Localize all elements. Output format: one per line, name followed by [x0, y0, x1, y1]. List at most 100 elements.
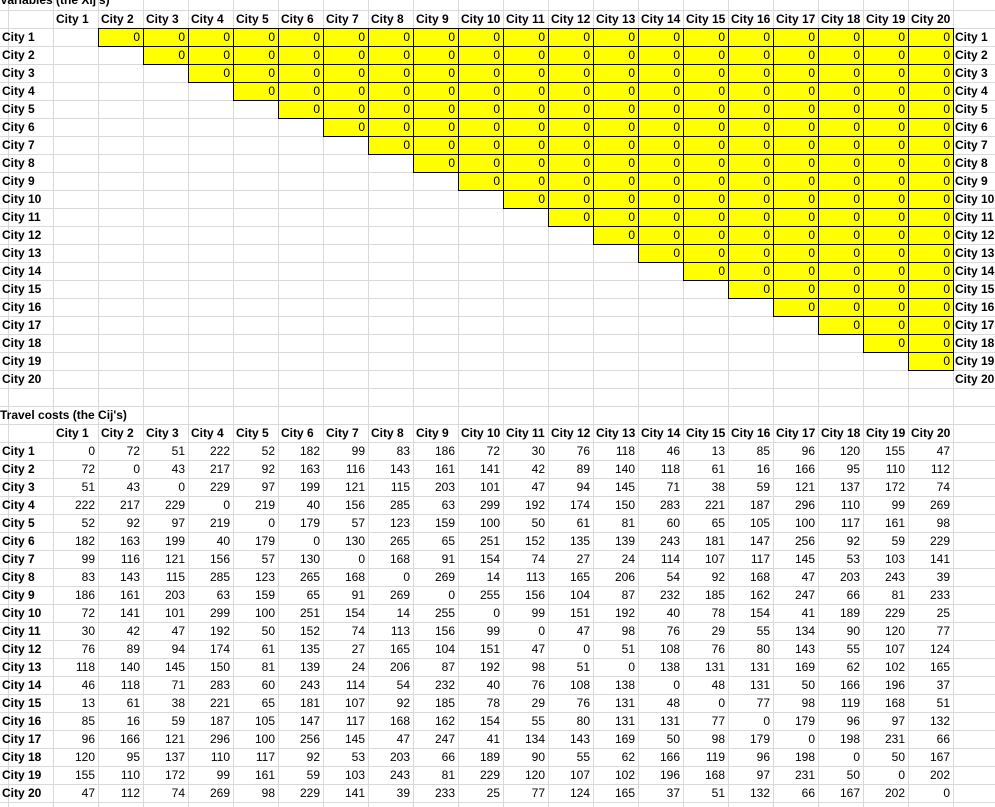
cost-cell[interactable]: 42 — [503, 460, 548, 478]
cost-cell[interactable]: 41 — [458, 730, 503, 748]
variable-cell[interactable]: 0 — [773, 28, 819, 47]
cost-cell[interactable]: 102 — [863, 658, 908, 676]
variable-cell[interactable]: 0 — [773, 100, 819, 119]
variable-cell[interactable]: 0 — [728, 208, 774, 227]
variable-cell[interactable]: 0 — [413, 82, 459, 101]
cost-cell[interactable]: 123 — [233, 568, 278, 586]
cost-cell[interactable]: 296 — [773, 496, 818, 514]
cost-cell[interactable]: 251 — [458, 532, 503, 550]
variable-cell[interactable]: 0 — [773, 208, 819, 227]
variable-cell[interactable]: 0 — [638, 208, 684, 227]
variable-cell[interactable]: 0 — [818, 118, 864, 137]
cost-cell[interactable]: 179 — [773, 712, 818, 730]
cost-cell[interactable]: 265 — [368, 532, 413, 550]
cost-cell[interactable]: 97 — [728, 766, 773, 784]
cost-cell[interactable]: 71 — [638, 478, 683, 496]
variable-cell[interactable]: 0 — [503, 82, 549, 101]
variable-cell[interactable]: 0 — [413, 136, 459, 155]
cost-cell[interactable]: 104 — [413, 640, 458, 658]
cost-cell[interactable]: 130 — [323, 532, 368, 550]
cost-cell[interactable]: 229 — [908, 532, 953, 550]
variable-cell[interactable]: 0 — [728, 100, 774, 119]
cost-cell[interactable]: 25 — [458, 784, 503, 802]
cost-cell[interactable]: 243 — [368, 766, 413, 784]
cost-cell[interactable]: 233 — [908, 586, 953, 604]
variable-cell[interactable]: 0 — [728, 190, 774, 209]
cost-cell[interactable]: 47 — [908, 442, 953, 460]
variable-cell[interactable]: 0 — [323, 28, 369, 47]
cost-cell[interactable]: 76 — [683, 640, 728, 658]
cost-cell[interactable]: 72 — [98, 442, 143, 460]
cost-cell[interactable]: 229 — [143, 496, 188, 514]
cost-cell[interactable]: 118 — [98, 676, 143, 694]
cost-cell[interactable]: 40 — [458, 676, 503, 694]
variable-cell[interactable]: 0 — [233, 64, 279, 83]
cost-cell[interactable]: 107 — [683, 550, 728, 568]
cost-cell[interactable]: 97 — [233, 478, 278, 496]
cost-cell[interactable]: 256 — [278, 730, 323, 748]
cost-cell[interactable]: 98 — [503, 658, 548, 676]
variable-cell[interactable]: 0 — [818, 262, 864, 281]
cost-cell[interactable]: 0 — [458, 604, 503, 622]
cost-cell[interactable]: 96 — [818, 712, 863, 730]
cost-cell[interactable]: 172 — [143, 766, 188, 784]
cost-cell[interactable]: 110 — [863, 460, 908, 478]
cost-cell[interactable]: 135 — [278, 640, 323, 658]
cost-cell[interactable]: 112 — [908, 460, 953, 478]
cost-cell[interactable]: 40 — [638, 604, 683, 622]
variable-cell[interactable]: 0 — [548, 190, 594, 209]
cost-cell[interactable]: 29 — [683, 622, 728, 640]
cost-cell[interactable]: 152 — [503, 532, 548, 550]
variable-cell[interactable]: 0 — [413, 118, 459, 137]
cost-cell[interactable]: 255 — [413, 604, 458, 622]
cost-cell[interactable]: 154 — [458, 712, 503, 730]
cost-cell[interactable]: 159 — [233, 586, 278, 604]
cost-cell[interactable]: 91 — [323, 586, 368, 604]
cost-cell[interactable]: 0 — [53, 442, 98, 460]
cost-cell[interactable]: 161 — [98, 586, 143, 604]
variable-cell[interactable]: 0 — [458, 154, 504, 173]
cost-cell[interactable]: 51 — [593, 640, 638, 658]
cost-cell[interactable]: 0 — [323, 550, 368, 568]
cost-cell[interactable]: 137 — [818, 478, 863, 496]
variable-cell[interactable]: 0 — [638, 118, 684, 137]
cost-cell[interactable]: 182 — [278, 442, 323, 460]
variable-cell[interactable]: 0 — [413, 154, 459, 173]
cost-cell[interactable]: 123 — [368, 514, 413, 532]
cost-cell[interactable]: 186 — [53, 586, 98, 604]
cost-cell[interactable]: 50 — [863, 748, 908, 766]
cost-cell[interactable]: 98 — [593, 622, 638, 640]
cost-cell[interactable]: 117 — [233, 748, 278, 766]
cost-cell[interactable]: 181 — [683, 532, 728, 550]
cost-cell[interactable]: 222 — [53, 496, 98, 514]
variable-cell[interactable]: 0 — [908, 316, 954, 335]
cost-cell[interactable]: 76 — [638, 622, 683, 640]
cost-cell[interactable]: 247 — [413, 730, 458, 748]
variable-cell[interactable]: 0 — [368, 28, 414, 47]
cost-cell[interactable]: 229 — [863, 604, 908, 622]
variable-cell[interactable]: 0 — [908, 136, 954, 155]
cost-cell[interactable]: 163 — [98, 532, 143, 550]
cost-cell[interactable]: 231 — [773, 766, 818, 784]
variable-cell[interactable]: 0 — [458, 46, 504, 65]
cost-cell[interactable]: 50 — [638, 730, 683, 748]
cost-cell[interactable]: 124 — [548, 784, 593, 802]
variable-cell[interactable]: 0 — [593, 46, 639, 65]
cost-cell[interactable]: 139 — [593, 532, 638, 550]
cost-cell[interactable]: 121 — [773, 478, 818, 496]
variable-cell[interactable]: 0 — [908, 64, 954, 83]
cost-cell[interactable]: 155 — [53, 766, 98, 784]
variable-cell[interactable]: 0 — [773, 172, 819, 191]
variable-cell[interactable]: 0 — [548, 100, 594, 119]
cost-cell[interactable]: 81 — [233, 658, 278, 676]
cost-cell[interactable]: 54 — [368, 676, 413, 694]
cost-cell[interactable]: 134 — [773, 622, 818, 640]
cost-cell[interactable]: 118 — [53, 658, 98, 676]
variable-cell[interactable]: 0 — [638, 190, 684, 209]
variable-cell[interactable]: 0 — [458, 100, 504, 119]
cost-cell[interactable]: 130 — [278, 550, 323, 568]
cost-cell[interactable]: 51 — [908, 694, 953, 712]
cost-cell[interactable]: 154 — [728, 604, 773, 622]
cost-cell[interactable]: 187 — [728, 496, 773, 514]
variable-cell[interactable]: 0 — [773, 82, 819, 101]
